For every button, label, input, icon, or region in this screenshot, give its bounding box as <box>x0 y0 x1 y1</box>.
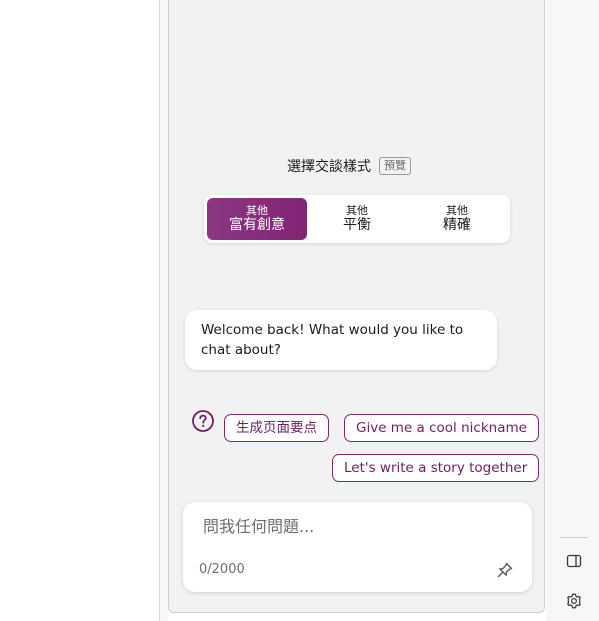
right-sidebar-rail <box>546 0 599 621</box>
tone-creative-sublabel: 其他 <box>246 204 268 217</box>
tone-balanced-sublabel: 其他 <box>346 204 368 217</box>
pane-gutter <box>160 0 168 621</box>
tone-precise-sublabel: 其他 <box>446 204 468 217</box>
conversation-style-header: 選擇交談樣式 預覽 <box>287 156 411 176</box>
tone-balanced-button[interactable]: 其他 平衡 <box>307 198 407 240</box>
character-counter: 0/2000 <box>199 562 245 577</box>
suggestion-button[interactable]: 生成页面要点 <box>224 414 329 442</box>
chat-input[interactable] <box>201 516 505 537</box>
pin-icon[interactable] <box>495 560 515 580</box>
gear-icon[interactable] <box>565 592 583 610</box>
tone-precise-label: 精確 <box>443 217 471 233</box>
sidebar-panel-icon[interactable] <box>565 552 583 570</box>
page-content-area <box>0 0 159 621</box>
chat-panel: 選擇交談樣式 預覽 其他 富有創意 其他 平衡 其他 精確 Welcome ba… <box>168 0 545 613</box>
rail-divider <box>560 537 588 538</box>
suggestion-button[interactable]: Let's write a story together <box>332 454 540 482</box>
tone-creative-button[interactable]: 其他 富有創意 <box>207 198 307 240</box>
conversation-style-label: 選擇交談樣式 <box>287 159 371 175</box>
tone-precise-button[interactable]: 其他 精確 <box>407 198 507 240</box>
welcome-message: Welcome back! What would you like to cha… <box>185 310 497 370</box>
tone-selector: 其他 富有創意 其他 平衡 其他 精確 <box>204 195 510 243</box>
tone-balanced-label: 平衡 <box>343 217 371 233</box>
chat-input-box: 0/2000 <box>183 502 532 592</box>
suggestion-button[interactable]: Give me a cool nickname <box>344 414 539 442</box>
tone-creative-label: 富有創意 <box>229 217 285 233</box>
preview-badge: 預覽 <box>379 157 411 175</box>
question-circle-icon[interactable] <box>191 409 215 433</box>
